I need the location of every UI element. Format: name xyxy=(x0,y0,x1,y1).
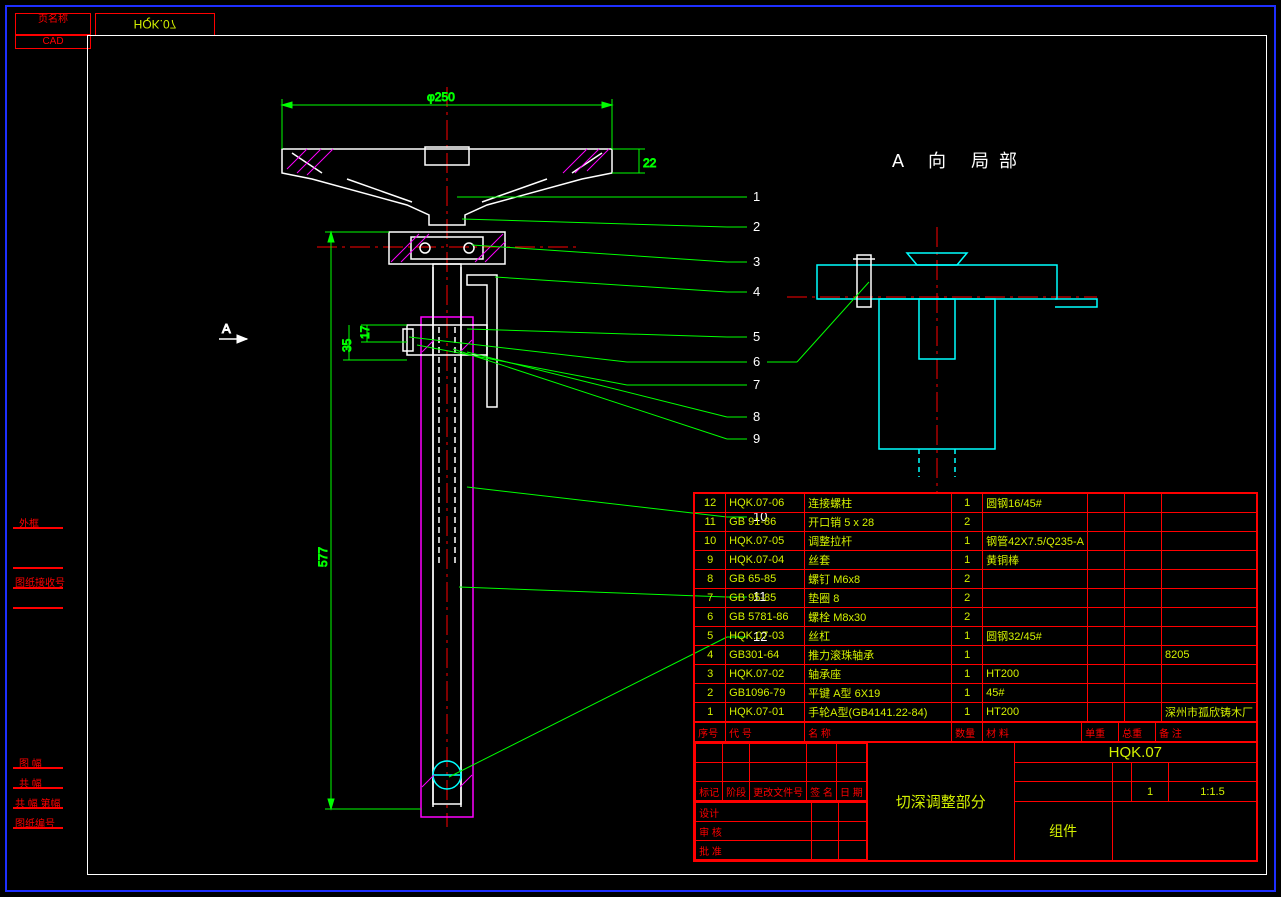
outer-frame: 页名称 CAD HQK.07 外框 图纸接收号 图 幅 共 幅 共 幅 第幅 图… xyxy=(5,5,1276,892)
bom-table: 12HQK.07-06连接螺柱1圆钢16/45#11GB 91-86开口销 5 … xyxy=(693,492,1258,862)
svg-text:9: 9 xyxy=(753,431,760,446)
svg-text:4: 4 xyxy=(753,284,760,299)
svg-text:φ250: φ250 xyxy=(427,90,455,104)
drawing-number: HQK.07 xyxy=(1014,743,1256,763)
svg-text:22: 22 xyxy=(643,156,657,170)
svg-text:1: 1 xyxy=(753,189,760,204)
svg-text:5: 5 xyxy=(753,329,760,344)
svg-text:17: 17 xyxy=(358,325,372,339)
drawing-type: 组件 xyxy=(1014,802,1112,861)
svg-text:8: 8 xyxy=(753,409,760,424)
svg-text:A: A xyxy=(222,321,231,336)
svg-text:35: 35 xyxy=(340,338,354,352)
svg-text:3: 3 xyxy=(753,254,760,269)
svg-text:2: 2 xyxy=(753,219,760,234)
svg-text:6: 6 xyxy=(753,354,760,369)
drawing-title: 切深调整部分 xyxy=(867,743,1014,861)
svg-text:7: 7 xyxy=(753,377,760,392)
svg-text:577: 577 xyxy=(316,547,330,567)
